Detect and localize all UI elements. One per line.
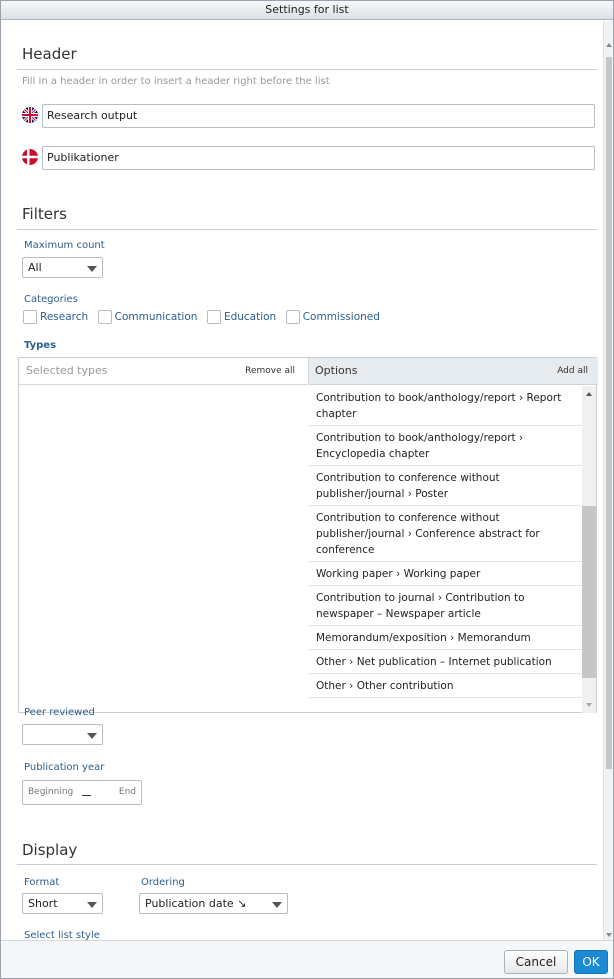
option-item[interactable]: Working paper › Working paper	[308, 562, 582, 586]
header-danish-input[interactable]: Publikationer	[42, 146, 595, 170]
publication-year-range: Beginning End	[22, 780, 142, 805]
chevron-down-icon	[87, 902, 97, 908]
scroll-up-icon[interactable]	[586, 392, 592, 396]
categories-row: Research Communication Education Commiss…	[23, 310, 386, 326]
format-select[interactable]: Short	[22, 893, 103, 914]
dialog-footer: Cancel OK	[1, 940, 613, 978]
options-header: Options Add all	[308, 358, 598, 385]
chevron-down-icon	[272, 902, 282, 908]
ordering-select[interactable]: Publication date ↘	[139, 893, 288, 914]
option-item[interactable]: Other › Other contribution	[308, 674, 582, 698]
header-section-title: Header	[22, 45, 77, 63]
category-commissioned-checkbox[interactable]	[285, 310, 300, 324]
options-title: Options	[315, 364, 358, 377]
category-research-checkbox[interactable]	[23, 310, 37, 324]
ordering-value: Publication date ↘	[145, 897, 247, 910]
settings-dialog: Settings for list Header Fill in a heade…	[0, 0, 614, 979]
filters-section-divider	[17, 229, 597, 230]
option-item[interactable]: Contribution to conference without publi…	[308, 506, 582, 562]
max-count-value: All	[28, 261, 42, 274]
chevron-down-icon	[87, 266, 97, 272]
display-section-divider	[17, 864, 597, 865]
denmark-flag-icon	[22, 149, 38, 165]
options-list: Contribution to book/anthology/report › …	[308, 386, 582, 713]
dialog-title: Settings for list	[265, 3, 349, 16]
ok-button[interactable]: OK	[574, 950, 608, 974]
format-value: Short	[28, 897, 58, 910]
chevron-down-icon	[87, 733, 97, 739]
category-research-label: Research	[40, 311, 89, 323]
category-education-checkbox[interactable]	[206, 310, 221, 324]
max-count-label: Maximum count	[24, 240, 105, 251]
header-english-input[interactable]: Research output	[42, 104, 595, 128]
scroll-up-icon[interactable]	[606, 43, 612, 47]
add-all-button[interactable]: Add all	[557, 366, 588, 376]
option-item[interactable]: Memorandum/exposition › Memorandum	[308, 626, 582, 650]
option-item[interactable]: Contribution to journal › Contribution t…	[308, 586, 582, 626]
option-item[interactable]: Contribution to book/anthology/report › …	[308, 426, 582, 466]
scroll-down-icon[interactable]	[606, 933, 612, 937]
header-danish-row: Publikationer	[22, 146, 595, 170]
categories-label: Categories	[24, 294, 78, 305]
peer-reviewed-label: Peer reviewed	[24, 707, 95, 718]
header-section-divider	[17, 69, 597, 70]
types-picker: Selected types Remove all Options Add al…	[18, 357, 598, 713]
options-scrollbar[interactable]	[582, 386, 596, 713]
remove-all-button[interactable]: Remove all	[245, 366, 295, 376]
category-communication[interactable]: Communication	[97, 310, 198, 324]
max-count-select[interactable]: All	[22, 257, 103, 278]
scroll-down-icon[interactable]	[586, 703, 592, 707]
selected-types-header: Selected types Remove all	[19, 358, 307, 385]
category-education-label: Education	[223, 311, 277, 323]
year-end-input[interactable]: End	[119, 787, 136, 797]
year-beginning-input[interactable]: Beginning	[28, 787, 73, 797]
filters-section-title: Filters	[22, 205, 67, 223]
dialog-scrollbar[interactable]	[603, 21, 613, 941]
category-commissioned[interactable]: Commissioned	[285, 310, 380, 324]
range-separator	[82, 795, 91, 796]
dialog-content: Header Fill in a header in order to inse…	[1, 21, 605, 941]
option-item[interactable]: Contribution to conference without publi…	[308, 466, 582, 506]
format-label: Format	[24, 877, 60, 888]
option-item[interactable]: Contribution to book/anthology/report › …	[308, 386, 582, 426]
header-hint: Fill in a header in order to insert a he…	[22, 76, 330, 87]
ordering-label: Ordering	[141, 877, 185, 888]
category-commissioned-label: Commissioned	[302, 311, 380, 323]
category-research[interactable]: Research	[23, 310, 88, 324]
peer-reviewed-select[interactable]	[22, 724, 103, 745]
dialog-titlebar[interactable]: Settings for list	[1, 1, 613, 20]
types-label: Types	[24, 340, 57, 351]
display-section-title: Display	[22, 841, 78, 859]
option-item[interactable]: Other › Net publication – Internet publi…	[308, 650, 582, 674]
cancel-button[interactable]: Cancel	[504, 950, 568, 974]
header-english-row: Research output	[22, 104, 595, 128]
category-communication-label: Communication	[114, 311, 198, 323]
dialog-scroll-thumb[interactable]	[606, 57, 612, 769]
category-education[interactable]: Education	[206, 310, 277, 324]
uk-flag-icon	[22, 107, 38, 123]
selected-types-placeholder: Selected types	[26, 364, 108, 377]
publication-year-label: Publication year	[24, 762, 105, 773]
options-scroll-thumb[interactable]	[582, 506, 596, 678]
category-communication-checkbox[interactable]	[97, 310, 112, 324]
